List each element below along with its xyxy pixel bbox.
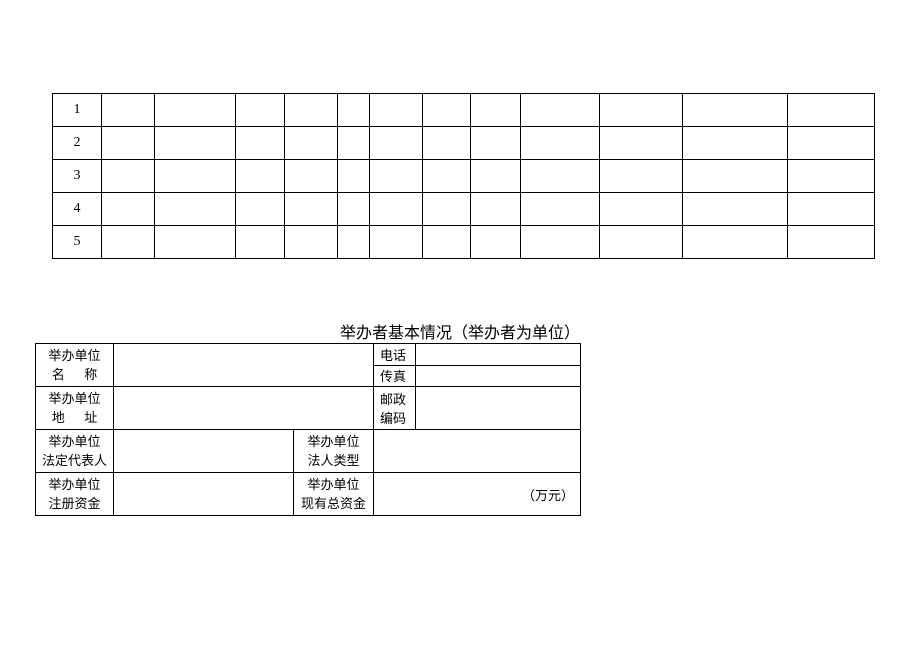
- row-number: 3: [53, 160, 102, 193]
- table-2: 举办单位 名 称 电话 传真 举办单位 地 址 邮政 编码 举办单位 法定代表人…: [35, 343, 581, 516]
- table-1: 1 2 3 4 5: [52, 93, 875, 259]
- value-total-capital: （万元）: [374, 473, 581, 516]
- section-title: 举办者基本情况（举办者为单位）: [0, 319, 920, 343]
- label-total-capital: 举办单位 现有总资金: [294, 473, 374, 516]
- row-number: 2: [53, 127, 102, 160]
- row-number: 5: [53, 226, 102, 259]
- row-number: 4: [53, 193, 102, 226]
- table-row: 举办单位 地 址 邮政 编码: [36, 387, 581, 430]
- label-postal: 邮政 编码: [374, 387, 416, 430]
- table-row: 4: [53, 193, 875, 226]
- table-row: 举办单位 名 称 电话: [36, 344, 581, 366]
- value-org-address: [114, 387, 374, 430]
- label-legal-type: 举办单位 法人类型: [294, 430, 374, 473]
- label-phone: 电话: [374, 344, 416, 366]
- value-legal-type: [374, 430, 581, 473]
- value-org-name: [114, 344, 374, 387]
- value-reg-capital: [114, 473, 294, 516]
- table-row: 举办单位 注册资金 举办单位 现有总资金 （万元）: [36, 473, 581, 516]
- value-fax: [416, 365, 581, 387]
- table-row: 举办单位 法定代表人 举办单位 法人类型: [36, 430, 581, 473]
- table-row: 2: [53, 127, 875, 160]
- table-row: 1: [53, 94, 875, 127]
- label-fax: 传真: [374, 365, 416, 387]
- value-phone: [416, 344, 581, 366]
- table-row: 3: [53, 160, 875, 193]
- row-number: 1: [53, 94, 102, 127]
- value-legal-rep: [114, 430, 294, 473]
- value-postal: [416, 387, 581, 430]
- table-row: 5: [53, 226, 875, 259]
- label-legal-rep: 举办单位 法定代表人: [36, 430, 114, 473]
- label-reg-capital: 举办单位 注册资金: [36, 473, 114, 516]
- label-org-address: 举办单位 地 址: [36, 387, 114, 430]
- label-org-name: 举办单位 名 称: [36, 344, 114, 387]
